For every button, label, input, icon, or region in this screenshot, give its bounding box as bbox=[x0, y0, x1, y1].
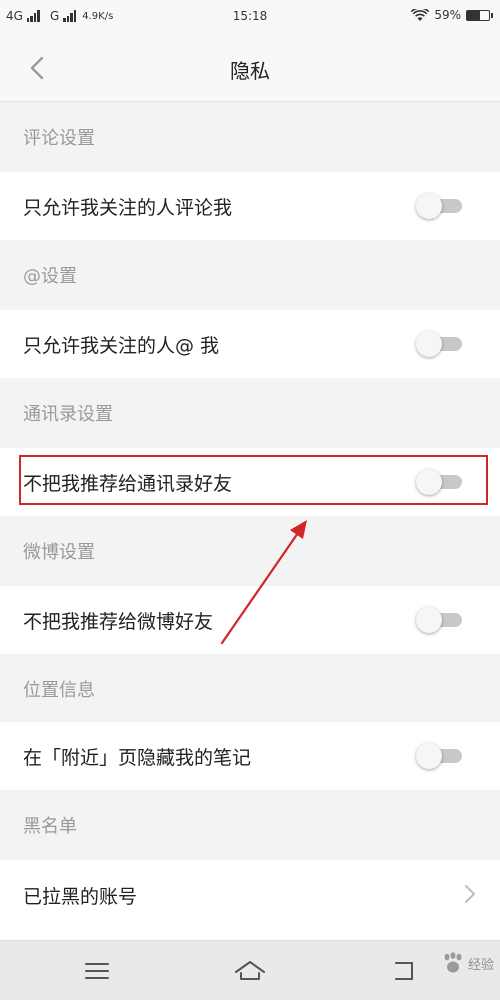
system-nav-bar bbox=[0, 940, 500, 1000]
setting-row-location[interactable]: 在「附近」页隐藏我的笔记 bbox=[0, 722, 500, 790]
watermark-text: 经验 bbox=[467, 957, 494, 973]
setting-label: 只允许我关注的人@ 我 bbox=[23, 335, 220, 357]
mention-restriction-toggle[interactable] bbox=[416, 331, 462, 357]
back-icon[interactable] bbox=[388, 955, 422, 987]
setting-row-weibo[interactable]: 不把我推荐给微博好友 bbox=[0, 586, 500, 654]
setting-row-contacts[interactable]: 不把我推荐给通讯录好友 bbox=[0, 448, 500, 516]
section-title: 位置信息 bbox=[23, 680, 95, 701]
section-title: 黑名单 bbox=[23, 816, 77, 837]
section-header-blacklist: 黑名单 bbox=[0, 790, 500, 860]
home-icon[interactable] bbox=[233, 955, 267, 987]
setting-row-mentions[interactable]: 只允许我关注的人@ 我 bbox=[0, 310, 500, 378]
section-header-mentions: @设置 bbox=[0, 240, 500, 310]
weibo-recommend-toggle[interactable] bbox=[416, 607, 462, 633]
comment-restriction-toggle[interactable] bbox=[416, 193, 462, 219]
setting-label: 不把我推荐给通讯录好友 bbox=[23, 473, 233, 495]
paw-icon bbox=[444, 952, 462, 973]
section-title: @设置 bbox=[23, 266, 77, 287]
battery-percent: 59% bbox=[434, 8, 461, 22]
top-bar: 隐私 bbox=[0, 34, 500, 102]
status-bar: 4G G 4.9K/s 15:18 59% bbox=[0, 0, 500, 34]
wifi-icon bbox=[411, 8, 430, 21]
section-header-location: 位置信息 bbox=[0, 654, 500, 724]
page-title: 隐私 bbox=[230, 59, 270, 83]
section-title: 评论设置 bbox=[23, 128, 95, 149]
menu-icon[interactable] bbox=[80, 955, 114, 987]
section-header-weibo: 微博设置 bbox=[0, 516, 500, 586]
battery-icon bbox=[466, 9, 493, 21]
setting-row-blocked-accounts[interactable]: 已拉黑的账号 bbox=[0, 860, 500, 940]
hide-nearby-toggle[interactable] bbox=[416, 743, 462, 769]
chevron-right-icon bbox=[465, 885, 475, 903]
baidu-watermark: 经验 bbox=[440, 952, 494, 974]
section-header-contacts: 通讯录设置 bbox=[0, 378, 500, 448]
setting-label: 只允许我关注的人评论我 bbox=[23, 197, 233, 219]
section-title: 微博设置 bbox=[23, 542, 95, 563]
setting-label: 不把我推荐给微博好友 bbox=[23, 611, 214, 633]
setting-label: 已拉黑的账号 bbox=[23, 886, 138, 908]
setting-label: 在「附近」页隐藏我的笔记 bbox=[23, 747, 252, 769]
section-title: 通讯录设置 bbox=[23, 404, 113, 425]
section-header-comments: 评论设置 bbox=[0, 102, 500, 172]
setting-row-comments[interactable]: 只允许我关注的人评论我 bbox=[0, 172, 500, 240]
contacts-recommend-toggle[interactable] bbox=[416, 469, 462, 495]
